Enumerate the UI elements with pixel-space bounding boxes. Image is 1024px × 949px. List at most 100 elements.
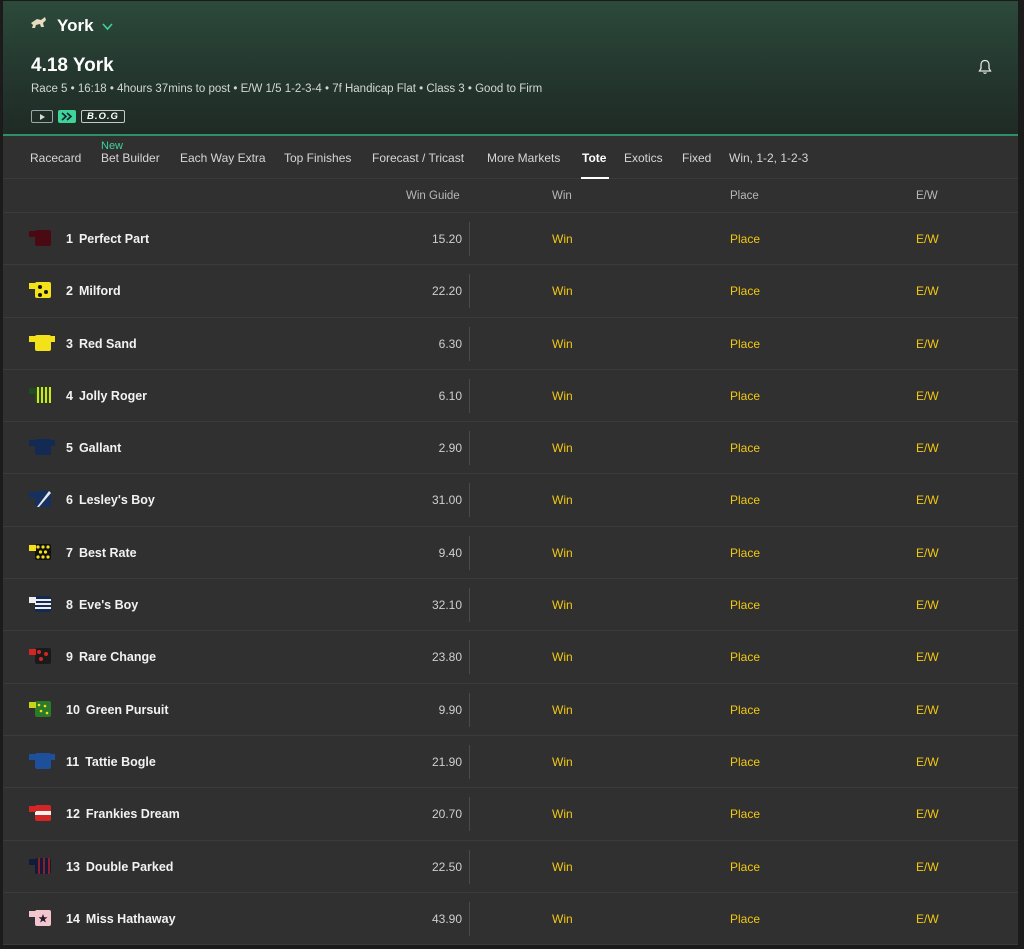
col-ew: E/W xyxy=(916,190,938,202)
runner-number: 14 xyxy=(66,911,80,926)
each-way-bet-button[interactable]: E/W xyxy=(916,546,939,560)
runner-label: Miss Hathaway xyxy=(85,911,176,926)
place-bet-button[interactable]: Place xyxy=(730,284,760,298)
runner-list: 1 Perfect Part 15.20 Win Place E/W 2 Milford 22.… xyxy=(3,213,1018,945)
each-way-bet-button[interactable]: E/W xyxy=(916,441,939,455)
place-bet-button[interactable]: Place xyxy=(730,337,760,351)
tab-win-placings[interactable]: Win, 1-2, 1-2-3 xyxy=(729,151,808,165)
jockey-silk-icon xyxy=(29,646,55,666)
win-guide-value: 22.50 xyxy=(431,859,462,874)
place-bet-button[interactable]: Place xyxy=(730,546,760,560)
jockey-silk-icon xyxy=(29,856,55,876)
runner-row: 14 Miss Hathaway 43.90 Win Place E/W xyxy=(3,893,1018,945)
column-divider xyxy=(469,222,470,256)
win-bet-button[interactable]: Win xyxy=(552,755,573,769)
each-way-bet-button[interactable]: E/W xyxy=(916,755,939,769)
win-bet-button[interactable]: Win xyxy=(552,598,573,612)
place-bet-button[interactable]: Place xyxy=(730,755,760,769)
place-bet-button[interactable]: Place xyxy=(730,912,760,926)
each-way-bet-button[interactable]: E/W xyxy=(916,232,939,246)
tab-tote[interactable]: Tote xyxy=(582,151,606,165)
race-badges: B.O.G xyxy=(31,110,125,123)
win-bet-button[interactable]: Win xyxy=(552,284,573,298)
win-guide-value: 9.90 xyxy=(438,702,462,717)
each-way-bet-button[interactable]: E/W xyxy=(916,912,939,926)
place-bet-button[interactable]: Place xyxy=(730,860,760,874)
win-guide-value: 22.20 xyxy=(431,284,462,299)
win-bet-button[interactable]: Win xyxy=(552,493,573,507)
tab-each-way-extra[interactable]: Each Way Extra xyxy=(180,151,266,165)
place-bet-button[interactable]: Place xyxy=(730,493,760,507)
each-way-bet-button[interactable]: E/W xyxy=(916,860,939,874)
each-way-bet-button[interactable]: E/W xyxy=(916,650,939,664)
tab-fixed[interactable]: Fixed xyxy=(682,151,711,165)
column-divider xyxy=(469,274,470,309)
column-divider xyxy=(469,378,470,413)
each-way-bet-button[interactable]: E/W xyxy=(916,389,939,403)
place-bet-button[interactable]: Place xyxy=(730,650,760,664)
place-bet-button[interactable]: Place xyxy=(730,598,760,612)
win-bet-button[interactable]: Win xyxy=(552,912,573,926)
runner-label: Red Sand xyxy=(78,336,137,351)
runner-row: 3 Red Sand 6.30 Win Place E/W xyxy=(3,318,1018,370)
runner-row: 1 Perfect Part 15.20 Win Place E/W xyxy=(3,213,1018,266)
column-divider xyxy=(469,901,470,936)
tab-exotics[interactable]: Exotics xyxy=(624,151,663,165)
jockey-silk-icon xyxy=(29,385,55,405)
tab-forecast-tricast[interactable]: Forecast / Tricast xyxy=(372,151,464,165)
tab-racecard[interactable]: Racecard xyxy=(30,151,81,165)
runner-label: Double Parked xyxy=(85,859,174,874)
win-bet-button[interactable]: Win xyxy=(552,703,573,717)
place-bet-button[interactable]: Place xyxy=(730,389,760,403)
runner-label: Perfect Part xyxy=(78,232,150,246)
each-way-bet-button[interactable]: E/W xyxy=(916,807,939,821)
win-bet-button[interactable]: Win xyxy=(552,807,573,821)
bell-icon[interactable] xyxy=(978,59,992,80)
win-guide-value: 9.40 xyxy=(438,545,462,560)
runner-label: Rare Change xyxy=(78,650,157,665)
each-way-bet-button[interactable]: E/W xyxy=(916,493,939,507)
runner-row: 10 Green Pursuit 9.90 Win Place E/W xyxy=(3,684,1018,736)
runner-row: 13 Double Parked 22.50 Win Place E/W xyxy=(3,841,1018,893)
runner-number: 8 xyxy=(66,598,73,613)
tab-more-markets[interactable]: More Markets xyxy=(487,151,560,165)
column-divider xyxy=(469,849,470,884)
win-bet-button[interactable]: Win xyxy=(552,546,573,560)
place-bet-button[interactable]: Place xyxy=(730,807,760,821)
each-way-bet-button[interactable]: E/W xyxy=(916,598,939,612)
runner-label: Milford xyxy=(78,284,121,299)
col-win-guide: Win Guide xyxy=(406,190,460,202)
win-bet-button[interactable]: Win xyxy=(552,232,573,246)
bog-badge: B.O.G xyxy=(81,110,125,123)
each-way-bet-button[interactable]: E/W xyxy=(916,703,939,717)
col-place: Place xyxy=(730,190,759,202)
each-way-bet-button[interactable]: E/W xyxy=(916,337,939,351)
play-icon[interactable] xyxy=(31,110,53,123)
stream-icon[interactable] xyxy=(58,110,76,123)
runner-row: 9 Rare Change 23.80 Win Place E/W xyxy=(3,631,1018,684)
place-bet-button[interactable]: Place xyxy=(730,703,760,717)
win-guide-value: 20.70 xyxy=(431,807,462,822)
win-bet-button[interactable]: Win xyxy=(552,650,573,664)
place-bet-button[interactable]: Place xyxy=(730,232,760,246)
runner-row: 5 Gallant 2.90 Win Place E/W xyxy=(3,422,1018,475)
venue-selector[interactable]: York xyxy=(29,15,113,36)
win-bet-button[interactable]: Win xyxy=(552,860,573,874)
jockey-silk-icon xyxy=(29,280,55,300)
runner-row: 2 Milford 22.20 Win Place E/W xyxy=(3,265,1018,318)
chevron-down-icon xyxy=(101,20,113,34)
tab-bet-builder[interactable]: Bet Builder xyxy=(101,151,160,165)
win-bet-button[interactable]: Win xyxy=(552,441,573,455)
runner-number: 3 xyxy=(66,336,73,351)
race-info: Race 5 • 16:18 • 4hours 37mins to post •… xyxy=(31,83,543,95)
win-guide-value: 15.20 xyxy=(431,232,462,246)
win-bet-button[interactable]: Win xyxy=(552,337,573,351)
runner-label: Tattie Bogle xyxy=(85,754,156,769)
runner-name: 10 Green Pursuit xyxy=(66,703,169,717)
win-bet-button[interactable]: Win xyxy=(552,389,573,403)
runner-number: 13 xyxy=(66,859,80,874)
each-way-bet-button[interactable]: E/W xyxy=(916,284,939,298)
tab-top-finishes[interactable]: Top Finishes xyxy=(284,151,351,165)
column-divider xyxy=(469,744,470,779)
place-bet-button[interactable]: Place xyxy=(730,441,760,455)
